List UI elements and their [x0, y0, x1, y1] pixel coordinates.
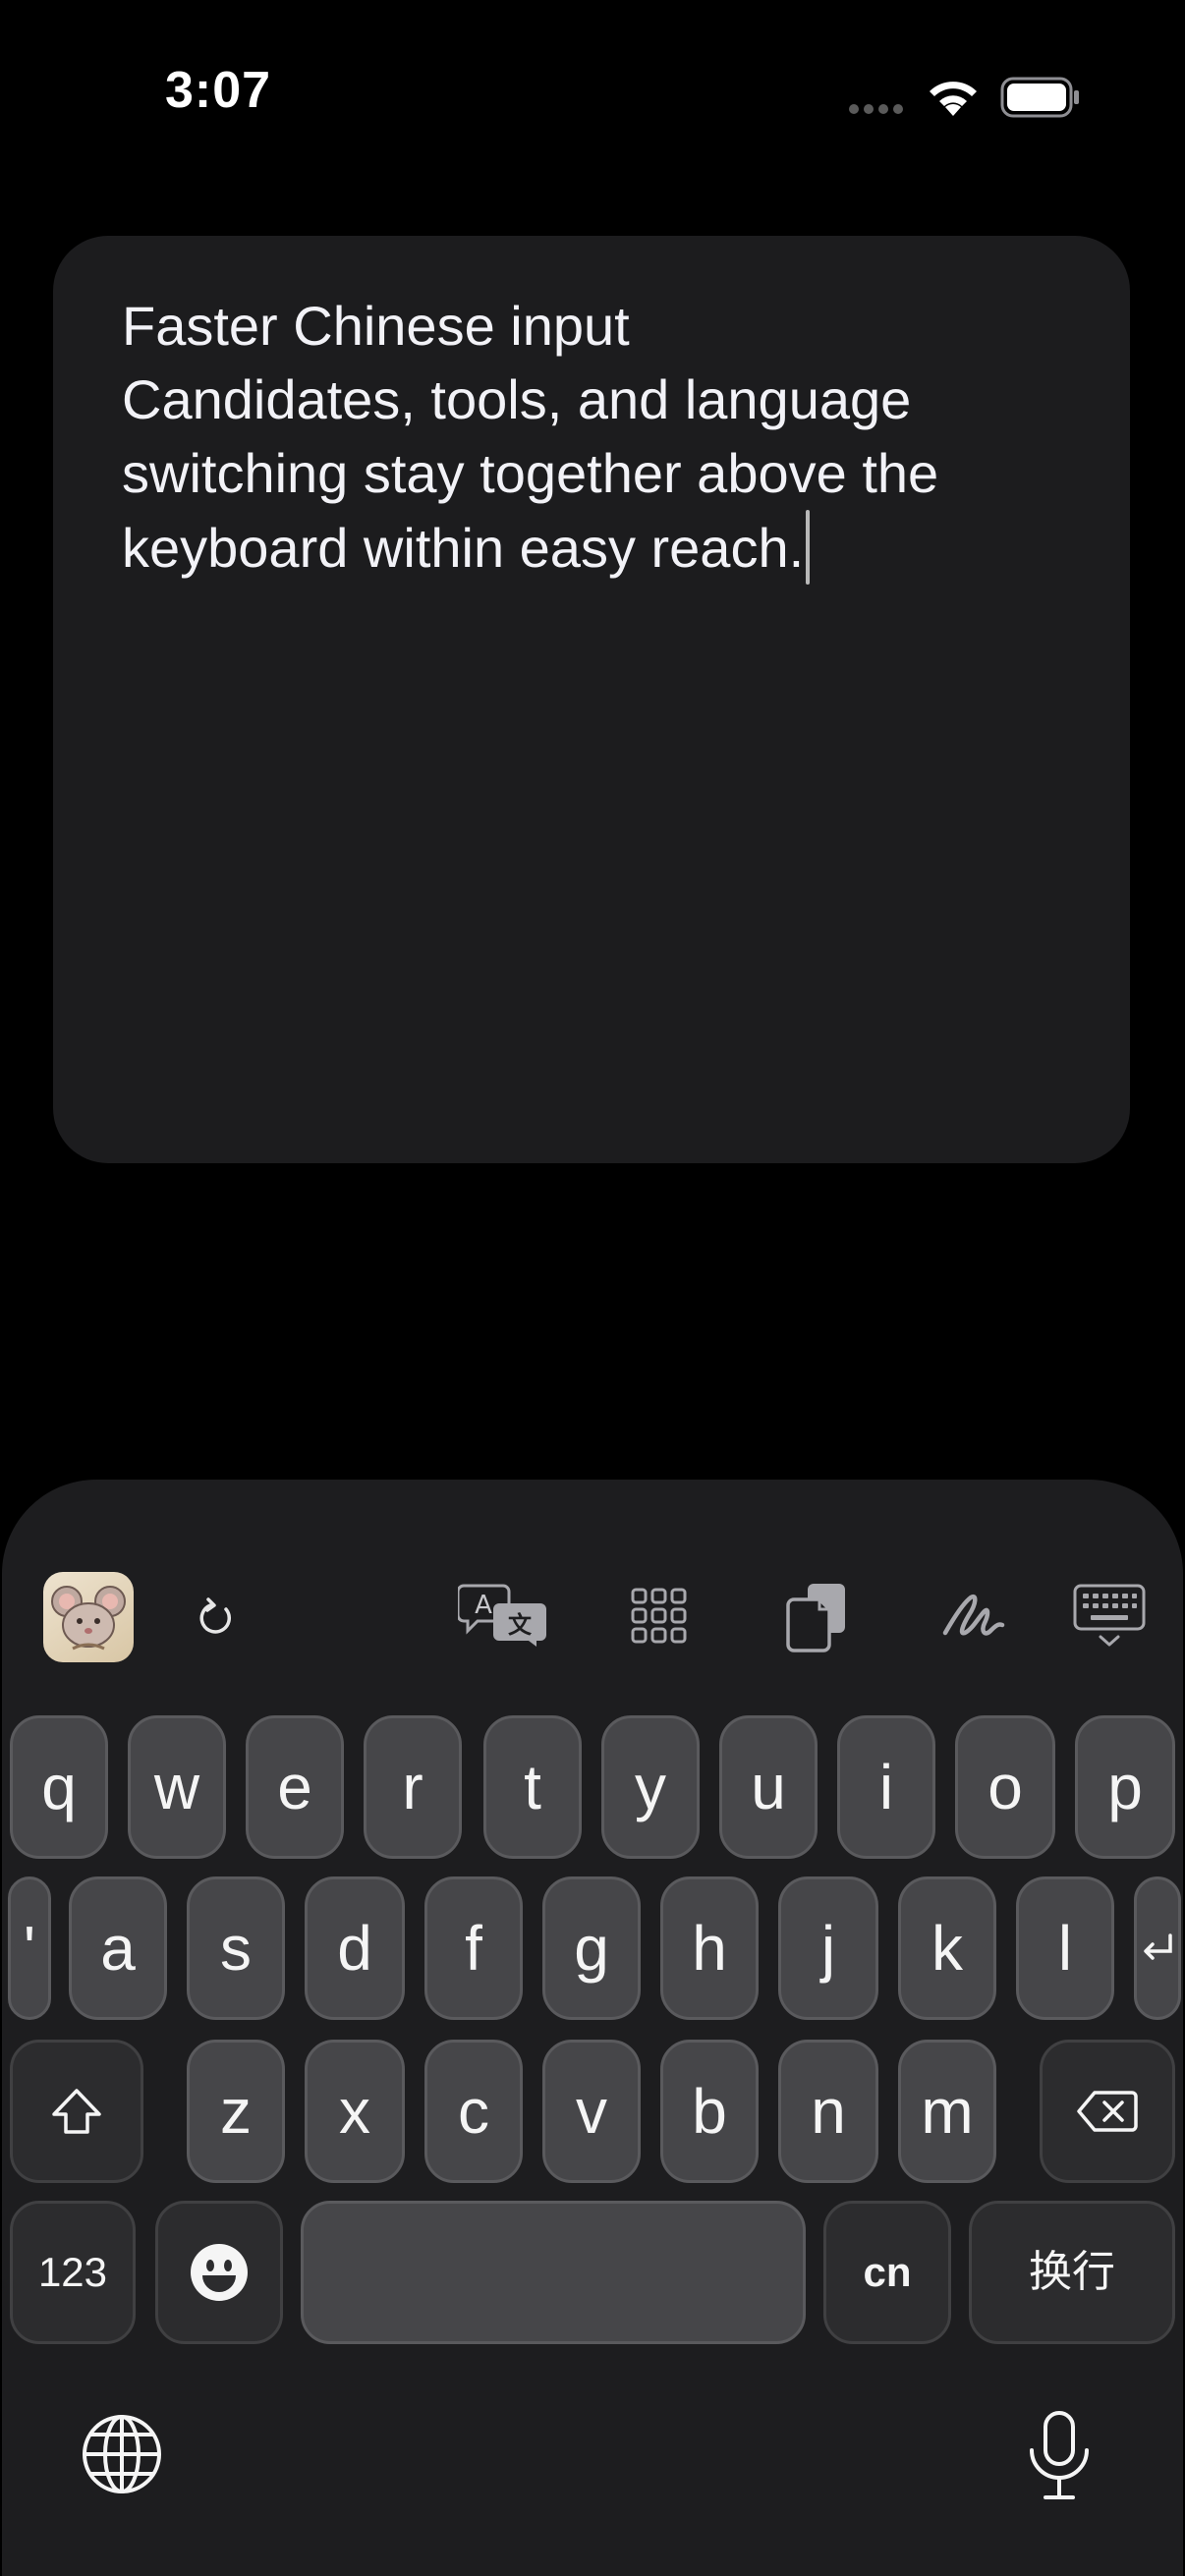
key-h[interactable]: h	[660, 1876, 759, 2020]
backspace-key[interactable]	[1040, 2040, 1175, 2183]
key-n[interactable]: n	[778, 2040, 878, 2183]
svg-text:文: 文	[508, 1611, 533, 1639]
key-c[interactable]: c	[424, 2040, 523, 2183]
key-o[interactable]: o	[955, 1715, 1055, 1859]
key-j[interactable]: j	[778, 1876, 878, 2020]
key-s[interactable]: s	[187, 1876, 285, 2020]
emoji-icon	[191, 2244, 248, 2301]
emoji-key[interactable]	[155, 2201, 283, 2344]
key-g[interactable]: g	[542, 1876, 641, 2020]
key-p[interactable]: p	[1075, 1715, 1175, 1859]
key-w[interactable]: w	[128, 1715, 226, 1859]
translate-icon[interactable]: A 文	[458, 1582, 548, 1649]
battery-icon	[1000, 77, 1079, 118]
return-key[interactable]: 换行	[969, 2201, 1175, 2344]
key-e[interactable]: e	[246, 1715, 344, 1859]
text-line: Faster Chinese input	[122, 295, 630, 357]
key-i[interactable]: i	[837, 1715, 935, 1859]
key-y[interactable]: y	[601, 1715, 700, 1859]
microphone-icon[interactable]	[1022, 2409, 1097, 2503]
key-k[interactable]: k	[898, 1876, 996, 2020]
text-line: switching stay together above the	[122, 442, 939, 504]
key-z[interactable]: z	[187, 2040, 285, 2183]
key-apostrophe[interactable]: '	[8, 1876, 51, 2020]
key-a[interactable]: a	[69, 1876, 167, 2020]
space-bar[interactable]	[301, 2201, 806, 2344]
key-x[interactable]: x	[305, 2040, 405, 2183]
text-line: Candidates, tools, and language	[122, 368, 912, 430]
cellular-signal-icon	[849, 104, 908, 114]
text-caret	[806, 510, 811, 585]
key-q[interactable]: q	[10, 1715, 108, 1859]
refresh-icon[interactable]	[197, 1596, 236, 1639]
key-d[interactable]: d	[305, 1876, 405, 2020]
app-logo[interactable]	[43, 1572, 134, 1662]
key-f[interactable]: f	[424, 1876, 523, 2020]
text-editor-content[interactable]: Faster Chinese input Candidates, tools, …	[122, 289, 1045, 585]
shift-key[interactable]	[10, 2040, 143, 2183]
wifi-icon	[930, 82, 977, 116]
key-l[interactable]: l	[1016, 1876, 1114, 2020]
mouse-mascot-icon	[51, 1586, 126, 1651]
key-v[interactable]: v	[542, 2040, 641, 2183]
keyboard-hide-icon[interactable]	[1073, 1584, 1146, 1649]
globe-icon[interactable]	[81, 2413, 163, 2495]
backspace-icon	[1077, 2091, 1138, 2132]
grid-icon[interactable]	[631, 1588, 688, 1645]
key-b[interactable]: b	[660, 2040, 759, 2183]
key-u[interactable]: u	[719, 1715, 818, 1859]
shift-icon	[52, 2089, 101, 2134]
return-arrow-icon	[1144, 1933, 1172, 1960]
svg-text:A: A	[475, 1591, 492, 1620]
language-key[interactable]: cn	[823, 2201, 951, 2344]
numbers-key[interactable]: 123	[10, 2201, 136, 2344]
handwriting-icon[interactable]	[941, 1590, 1006, 1645]
text-line: keyboard within easy reach.	[122, 517, 805, 579]
clipboard-icon[interactable]	[786, 1582, 849, 1652]
key-t[interactable]: t	[483, 1715, 582, 1859]
status-time: 3:07	[165, 62, 272, 119]
key-m[interactable]: m	[898, 2040, 996, 2183]
return-key-small[interactable]	[1134, 1876, 1181, 2020]
key-r[interactable]: r	[364, 1715, 462, 1859]
